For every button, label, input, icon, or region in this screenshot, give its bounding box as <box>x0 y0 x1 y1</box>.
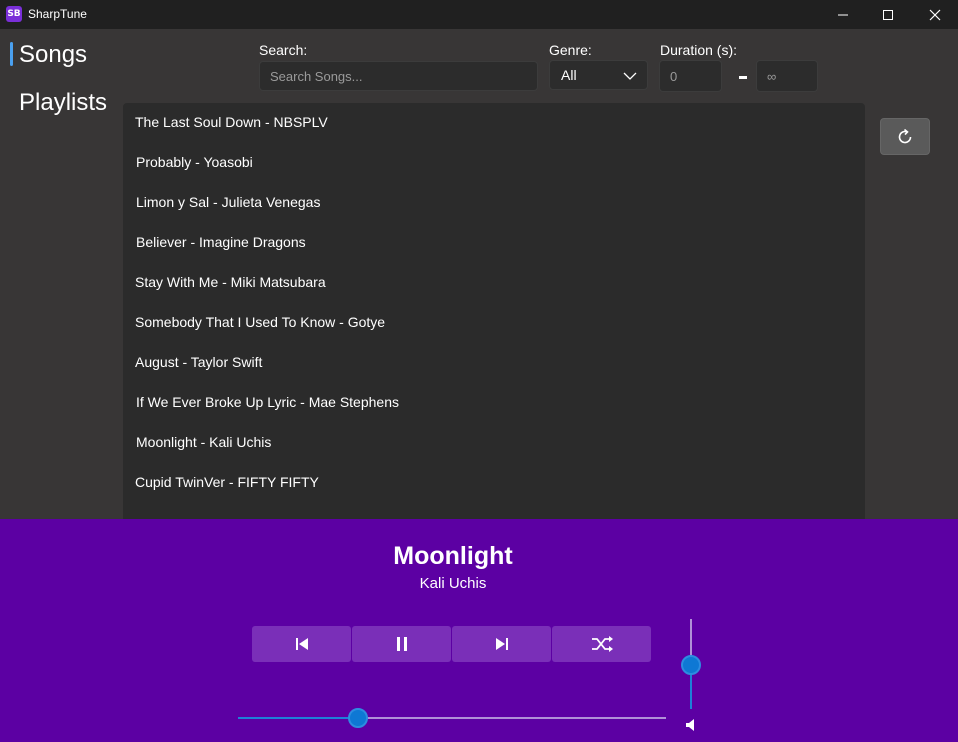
nav-item-playlists[interactable]: Playlists <box>19 89 107 117</box>
next-button[interactable] <box>452 626 551 662</box>
title-bar: SB SharpTune <box>0 0 958 29</box>
minimize-button[interactable] <box>820 0 866 29</box>
shuffle-button[interactable] <box>552 626 651 662</box>
progress-track-remaining <box>358 717 666 719</box>
nav-item-songs[interactable]: Songs <box>19 41 87 69</box>
window-title: SharpTune <box>28 7 87 21</box>
song-list[interactable]: The Last Soul Down - NBSPLV Probably - Y… <box>123 103 865 519</box>
song-list-item[interactable]: Believer - Imagine Dragons <box>136 223 306 263</box>
pause-icon <box>396 637 407 651</box>
shuffle-icon <box>591 636 613 652</box>
chevron-down-icon <box>623 72 637 80</box>
song-list-item[interactable]: If We Ever Broke Up Lyric - Mae Stephens <box>136 383 399 423</box>
song-list-item[interactable]: Limon y Sal - Julieta Venegas <box>136 183 320 223</box>
search-label: Search: <box>259 42 308 58</box>
refresh-button[interactable] <box>880 118 930 155</box>
song-list-item[interactable]: Somebody That I Used To Know - Gotye <box>135 303 385 343</box>
nav-selected-indicator <box>10 42 13 66</box>
genre-select[interactable]: All <box>549 60 648 90</box>
now-playing-title: Moonlight <box>393 542 513 570</box>
duration-min-input[interactable]: 0 <box>659 60 722 92</box>
close-icon <box>929 9 941 20</box>
volume-slider-thumb[interactable] <box>681 655 701 675</box>
song-list-item[interactable]: Cupid TwinVer - FIFTY FIFTY <box>135 463 319 503</box>
genre-select-value: All <box>561 67 577 83</box>
pause-button[interactable] <box>352 626 451 662</box>
progress-track-filled <box>238 717 358 719</box>
previous-button[interactable] <box>252 626 351 662</box>
duration-label: Duration (s): <box>660 42 738 58</box>
song-list-item[interactable]: The Last Soul Down - NBSPLV <box>135 103 328 143</box>
song-list-item[interactable]: Moonlight - Kali Uchis <box>136 423 271 463</box>
volume-icon[interactable] <box>685 718 697 732</box>
now-playing-panel: Moonlight Kali Uchis <box>0 519 958 742</box>
minimize-icon <box>838 14 848 15</box>
skip-previous-icon <box>295 638 308 650</box>
duration-range-dash <box>739 76 747 79</box>
now-playing-artist: Kali Uchis <box>419 575 487 592</box>
song-list-item[interactable]: Stay With Me - Miki Matsubara <box>135 263 326 303</box>
search-input[interactable]: Search Songs... <box>259 61 538 91</box>
genre-label: Genre: <box>549 42 592 58</box>
close-button[interactable] <box>912 0 958 29</box>
song-list-item[interactable]: August - Taylor Swift <box>135 343 262 383</box>
duration-max-input[interactable]: ∞ <box>756 60 818 92</box>
skip-next-icon <box>495 638 508 650</box>
progress-slider-thumb[interactable] <box>348 708 368 728</box>
maximize-icon <box>883 9 893 20</box>
app-icon: SB <box>6 6 22 22</box>
maximize-button[interactable] <box>865 0 911 29</box>
song-list-item[interactable]: Probably - Yoasobi <box>136 143 253 183</box>
refresh-icon <box>898 128 912 143</box>
